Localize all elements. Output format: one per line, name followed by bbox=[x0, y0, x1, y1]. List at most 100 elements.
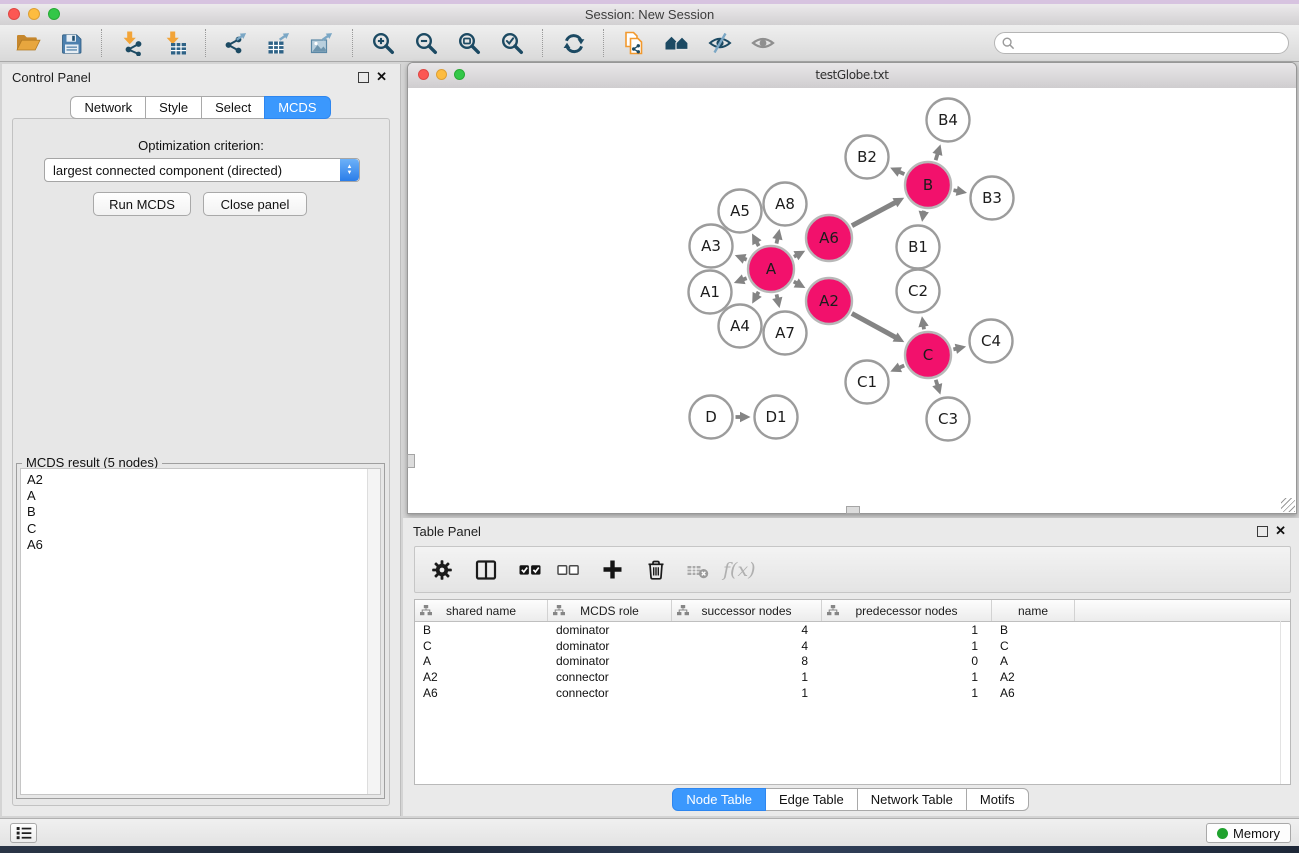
zoom-fit-button[interactable] bbox=[451, 27, 487, 59]
import-table-button[interactable] bbox=[157, 27, 193, 59]
table-cell[interactable]: 4 bbox=[672, 639, 822, 653]
table-cell[interactable]: C bbox=[992, 639, 1075, 653]
search-input[interactable] bbox=[1019, 34, 1288, 52]
tab-select[interactable]: Select bbox=[201, 96, 265, 119]
column-header-predecessor-nodes[interactable]: predecessor nodes bbox=[822, 600, 992, 621]
column-header-MCDS-role[interactable]: MCDS role bbox=[548, 600, 672, 621]
hide-selected-button[interactable] bbox=[702, 27, 738, 59]
close-panel-icon[interactable]: ✕ bbox=[376, 69, 387, 85]
memory-status-button[interactable]: Memory bbox=[1206, 823, 1291, 843]
resize-grip-icon[interactable] bbox=[1281, 498, 1295, 512]
table-cell[interactable]: B bbox=[415, 623, 548, 637]
tab-edge-table[interactable]: Edge Table bbox=[765, 788, 858, 811]
table-row[interactable]: A6connector11A6 bbox=[415, 685, 1290, 701]
table-cell[interactable]: 1 bbox=[822, 623, 992, 637]
tab-mcds[interactable]: MCDS bbox=[264, 96, 330, 119]
table-cell[interactable]: A6 bbox=[415, 686, 548, 700]
mcds-result-list[interactable]: A2ABCA6 bbox=[20, 468, 381, 795]
open-session-button[interactable] bbox=[10, 27, 46, 59]
graph-node-label: B3 bbox=[982, 189, 1002, 207]
zoom-out-button[interactable] bbox=[408, 27, 444, 59]
show-hidden-button[interactable] bbox=[745, 27, 781, 59]
table-cell[interactable]: A6 bbox=[992, 686, 1075, 700]
table-cell[interactable]: A2 bbox=[415, 670, 548, 684]
control-panel-header: Control Panel ✕ bbox=[2, 64, 400, 90]
tab-network-table[interactable]: Network Table bbox=[857, 788, 967, 811]
table-cell[interactable]: 1 bbox=[672, 686, 822, 700]
table-settings-button[interactable] bbox=[427, 555, 457, 585]
column-header-name[interactable]: name bbox=[992, 600, 1075, 621]
tab-node-table[interactable]: Node Table bbox=[672, 788, 766, 811]
table-cell[interactable]: 1 bbox=[672, 670, 822, 684]
show-column-panel-button[interactable] bbox=[471, 555, 501, 585]
table-cell[interactable]: 0 bbox=[822, 654, 992, 668]
result-list-scrollbar[interactable] bbox=[367, 469, 380, 794]
table-cell[interactable]: 8 bbox=[672, 654, 822, 668]
table-cell[interactable]: connector bbox=[548, 686, 672, 700]
canvas-edge-handle[interactable] bbox=[846, 506, 860, 514]
table-body: Bdominator41BCdominator41CAdominator80AA… bbox=[415, 622, 1290, 701]
table-cell[interactable]: dominator bbox=[548, 639, 672, 653]
network-window-titlebar[interactable]: testGlobe.txt bbox=[408, 63, 1296, 89]
canvas-edge-handle[interactable] bbox=[407, 454, 415, 468]
column-header-successor-nodes[interactable]: successor nodes bbox=[672, 600, 822, 621]
tab-motifs[interactable]: Motifs bbox=[966, 788, 1029, 811]
apply-layout-button[interactable] bbox=[555, 27, 591, 59]
zoom-in-button[interactable] bbox=[365, 27, 401, 59]
table-row[interactable]: A2connector11A2 bbox=[415, 669, 1290, 685]
mcds-result-item[interactable]: A6 bbox=[27, 537, 380, 553]
zoom-in-icon bbox=[371, 31, 395, 55]
mcds-result-item[interactable]: A2 bbox=[27, 472, 380, 488]
table-cell[interactable]: 1 bbox=[822, 686, 992, 700]
optimization-criterion-dropdown[interactable]: largest connected component (directed) ▲… bbox=[44, 158, 360, 182]
zoom-out-icon bbox=[414, 31, 438, 55]
table-cell[interactable]: 1 bbox=[822, 670, 992, 684]
save-session-button[interactable] bbox=[53, 27, 89, 59]
zoom-selected-button[interactable] bbox=[494, 27, 530, 59]
table-cell[interactable]: C bbox=[415, 639, 548, 653]
tab-style[interactable]: Style bbox=[145, 96, 202, 119]
graph-node-label: D1 bbox=[765, 408, 786, 426]
close-panel-button[interactable]: Close panel bbox=[203, 192, 307, 216]
session-title: Session: New Session bbox=[0, 7, 1299, 22]
import-network-button[interactable] bbox=[114, 27, 150, 59]
table-cell[interactable]: 4 bbox=[672, 623, 822, 637]
graph-edge-A6-B[interactable] bbox=[852, 202, 896, 226]
search-box[interactable] bbox=[994, 32, 1289, 54]
table-header-row: shared nameMCDS rolesuccessor nodesprede… bbox=[415, 600, 1290, 622]
export-image-button[interactable] bbox=[304, 27, 340, 59]
mcds-result-item[interactable]: B bbox=[27, 504, 380, 520]
export-table-button[interactable] bbox=[261, 27, 297, 59]
table-cell[interactable]: connector bbox=[548, 670, 672, 684]
run-mcds-button[interactable]: Run MCDS bbox=[93, 192, 191, 216]
mcds-result-item[interactable]: A bbox=[27, 488, 380, 504]
column-header-shared-name[interactable]: shared name bbox=[415, 600, 548, 621]
new-network-from-selection-button[interactable] bbox=[616, 27, 652, 59]
table-cell[interactable]: B bbox=[992, 623, 1075, 637]
mcds-result-item[interactable]: C bbox=[27, 521, 380, 537]
tab-network[interactable]: Network bbox=[70, 96, 146, 119]
task-history-button[interactable] bbox=[10, 823, 37, 843]
table-row[interactable]: Adominator80A bbox=[415, 654, 1290, 670]
graph-edge-arrowhead bbox=[955, 344, 966, 354]
export-network-button[interactable] bbox=[218, 27, 254, 59]
table-row[interactable]: Bdominator41B bbox=[415, 622, 1290, 638]
select-all-button[interactable] bbox=[515, 555, 545, 585]
graph-edge-A2-C[interactable] bbox=[852, 313, 897, 337]
table-cell[interactable]: A bbox=[992, 654, 1075, 668]
table-cell[interactable]: dominator bbox=[548, 654, 672, 668]
delete-column-button[interactable] bbox=[641, 555, 671, 585]
create-column-button[interactable] bbox=[597, 555, 627, 585]
main-window-titlebar[interactable]: Session: New Session bbox=[0, 4, 1299, 26]
network-canvas[interactable]: B4B2BB3A5A8A6B1A3AA1C2A2A4A7C4CC1C3DD1 bbox=[408, 88, 1296, 513]
table-cell[interactable]: A bbox=[415, 654, 548, 668]
deselect-all-button[interactable] bbox=[553, 555, 583, 585]
table-cell[interactable]: A2 bbox=[992, 670, 1075, 684]
float-panel-icon[interactable] bbox=[358, 72, 369, 83]
float-panel-icon[interactable] bbox=[1257, 526, 1268, 537]
table-row[interactable]: Cdominator41C bbox=[415, 638, 1290, 654]
close-panel-icon[interactable]: ✕ bbox=[1275, 523, 1286, 539]
show-all-button[interactable] bbox=[659, 27, 695, 59]
table-cell[interactable]: 1 bbox=[822, 639, 992, 653]
table-cell[interactable]: dominator bbox=[548, 623, 672, 637]
